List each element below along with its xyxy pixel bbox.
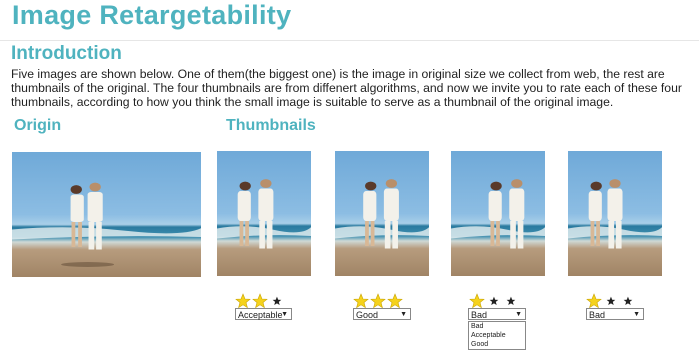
origin-heading: Origin bbox=[14, 117, 62, 134]
thumbnail-image-1 bbox=[217, 151, 311, 276]
star-empty-icon[interactable] bbox=[269, 293, 285, 309]
rating-select-3[interactable]: Bad ▼ bbox=[468, 308, 526, 320]
chevron-down-icon: ▼ bbox=[515, 311, 522, 318]
star-filled-icon[interactable] bbox=[353, 293, 369, 309]
chevron-down-icon: ▼ bbox=[633, 311, 640, 318]
star-empty-icon[interactable] bbox=[486, 293, 502, 309]
star-filled-icon[interactable] bbox=[252, 293, 268, 309]
title-divider bbox=[0, 40, 699, 41]
star-filled-icon[interactable] bbox=[235, 293, 251, 309]
star-empty-icon[interactable] bbox=[603, 293, 619, 309]
star-rating-2[interactable] bbox=[353, 293, 403, 309]
star-rating-3[interactable] bbox=[469, 293, 519, 309]
rating-select-2[interactable]: Good ▼ bbox=[353, 308, 411, 320]
rating-select-value: Good bbox=[356, 310, 379, 320]
star-filled-icon[interactable] bbox=[387, 293, 403, 309]
intro-text: Five images are shown below. One of them… bbox=[11, 67, 682, 109]
intro-heading: Introduction bbox=[11, 43, 122, 64]
star-empty-icon[interactable] bbox=[620, 293, 636, 309]
thumbnails-heading: Thumbnails bbox=[226, 117, 316, 134]
star-rating-1[interactable] bbox=[235, 293, 285, 309]
chevron-down-icon: ▼ bbox=[400, 311, 407, 318]
rating-select-value: Bad bbox=[589, 310, 606, 320]
thumbnail-image-4 bbox=[568, 151, 662, 276]
dropdown-option-bad[interactable]: Bad bbox=[471, 322, 525, 331]
rating-dropdown-list: Bad Acceptable Good bbox=[468, 321, 526, 350]
thumbnail-image-3 bbox=[451, 151, 545, 276]
rating-select-value: Acceptable bbox=[238, 310, 283, 320]
dropdown-option-good[interactable]: Good bbox=[471, 340, 525, 349]
thumbnail-image-2 bbox=[335, 151, 429, 276]
rating-select-4[interactable]: Bad ▼ bbox=[586, 308, 644, 320]
star-filled-icon[interactable] bbox=[469, 293, 485, 309]
star-rating-4[interactable] bbox=[586, 293, 636, 309]
star-empty-icon[interactable] bbox=[503, 293, 519, 309]
chevron-down-icon: ▼ bbox=[281, 311, 288, 318]
original-image bbox=[12, 152, 201, 277]
star-filled-icon[interactable] bbox=[586, 293, 602, 309]
rating-select-value: Bad bbox=[471, 310, 488, 320]
page-title: Image Retargetability bbox=[12, 0, 292, 30]
star-filled-icon[interactable] bbox=[370, 293, 386, 309]
rating-select-1[interactable]: Acceptable ▼ bbox=[235, 308, 292, 320]
dropdown-option-acceptable[interactable]: Acceptable bbox=[471, 331, 525, 340]
